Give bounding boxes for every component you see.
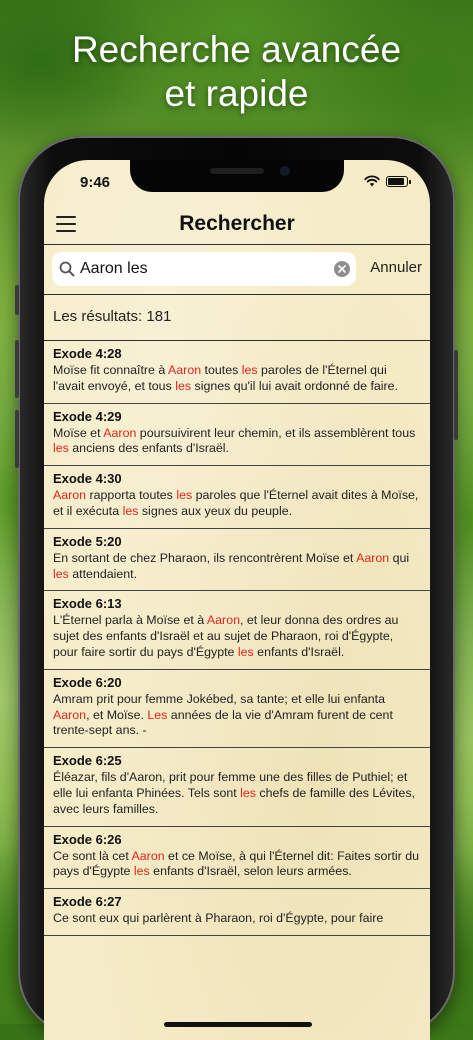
highlighted-match: les	[53, 441, 69, 456]
highlighted-match: Aaron	[53, 488, 87, 503]
phone-side-button	[15, 285, 19, 315]
highlighted-match: les	[241, 363, 258, 377]
notch	[130, 160, 344, 192]
search-divider	[44, 294, 430, 295]
highlighted-match: Aaron	[53, 707, 87, 722]
verse-text-segment: enfants d'Israël.	[253, 644, 345, 659]
result-item[interactable]: Exode 6:26 Ce sont là cet Aaron et ce Moï…	[44, 827, 430, 890]
result-item[interactable]: Exode 6:25 Éléazar, fils d'Aaron, prit po…	[44, 748, 430, 827]
verse-reference: Exode 5:20	[53, 533, 122, 549]
highlighted-match: les	[122, 503, 139, 518]
highlighted-match: les	[53, 566, 69, 581]
search-bar	[52, 252, 356, 286]
verse-text-segment: Moïse fit connaître à	[53, 363, 169, 377]
verse-reference: Exode 4:28	[53, 346, 122, 361]
verse-reference: Exode 6:25	[53, 753, 122, 769]
verse-text: Ce sont là cet Aaron et ce Moïse, à qui …	[53, 849, 421, 881]
result-item[interactable]: Exode 4:28 Moïse fit connaître à Aaron to…	[44, 341, 430, 404]
verse-text-segment: toutes	[201, 363, 242, 377]
verse-text-segment: Ce sont là cet	[53, 848, 132, 863]
verse-reference: Exode 4:30	[53, 471, 122, 487]
highlighted-match: Aaron	[206, 613, 240, 628]
highlighted-match: Les	[147, 707, 168, 722]
verse-text: Moïse et Aaron poursuivirent leur chemin…	[53, 426, 421, 458]
front-camera	[280, 166, 290, 176]
search-input[interactable]	[80, 252, 330, 286]
verse-text: En sortant de chez Pharaon, ils rencontr…	[53, 551, 421, 583]
wifi-icon	[364, 175, 380, 187]
verse-reference: Exode 6:13	[53, 596, 122, 612]
results-list: Exode 4:28 Moïse fit connaître à Aaron to…	[44, 341, 430, 936]
verse-text-segment: , et Moïse.	[86, 707, 148, 722]
verse-reference: Exode 6:27	[53, 894, 122, 910]
navigation-bar: Rechercher	[44, 204, 430, 244]
highlighted-match: Aaron	[168, 363, 202, 377]
cancel-button[interactable]: Annuler	[370, 259, 422, 276]
verse-text-segment: signes aux yeux du peuple.	[138, 503, 293, 518]
home-indicator	[164, 1022, 312, 1027]
highlighted-match: les	[240, 785, 256, 800]
highlighted-match: Aaron	[356, 550, 390, 565]
highlighted-match: les	[133, 864, 150, 879]
phone-volume-up-button	[15, 340, 19, 398]
verse-text-segment: enfants d'Israël, selon leurs armées.	[149, 864, 352, 879]
verse-text-segment: Amram prit pour femme Jokébed, sa tante;…	[53, 691, 385, 706]
clear-search-icon[interactable]	[334, 261, 350, 277]
highlighted-match: les	[175, 378, 192, 393]
promo-headline: Recherche avancée et rapide	[0, 28, 473, 116]
verse-text-segment: Ce sont eux qui parlèrent à Pharaon, roi…	[53, 911, 384, 926]
headline-line-1: Recherche avancée	[71, 29, 402, 70]
verse-text: Amram prit pour femme Jokébed, sa tante;…	[53, 692, 421, 739]
verse-text-segment: attendaient.	[68, 566, 138, 581]
app-screen: 9:46 Rechercher Annu	[44, 160, 430, 1040]
result-item[interactable]: Exode 6:13 L'Éternel parla à Moïse et à A…	[44, 591, 430, 670]
verse-text-segment: En sortant de chez Pharaon, ils rencontr…	[53, 550, 357, 565]
result-item[interactable]: Exode 6:27 Ce sont eux qui parlèrent à Ph…	[44, 889, 430, 936]
headline-line-2: et rapide	[164, 73, 309, 114]
highlighted-match: les	[176, 488, 193, 503]
verse-text-segment: anciens des enfants d'Israël.	[68, 441, 229, 456]
highlighted-match: les	[237, 644, 254, 659]
result-item[interactable]: Exode 4:29 Moïse et Aaron poursuivirent l…	[44, 404, 430, 467]
verse-text-segment: L'Éternel parla à Moïse et à	[53, 613, 207, 628]
page-title: Rechercher	[179, 212, 295, 235]
verse-reference: Exode 4:29	[53, 408, 122, 424]
verse-text-segment: qui	[389, 550, 410, 565]
verse-reference: Exode 6:20	[53, 674, 122, 690]
verse-reference: Exode 6:26	[53, 831, 122, 847]
speaker	[210, 168, 264, 174]
verse-text-segment: signes qu'il lui avait ordonné de faire.	[191, 378, 399, 393]
status-time: 9:46	[80, 174, 111, 191]
phone-volume-down-button	[15, 410, 19, 468]
result-item[interactable]: Exode 5:20 En sortant de chez Pharaon, il…	[44, 529, 430, 592]
verse-text-segment: poursuivirent leur chemin, et ils assemb…	[136, 425, 416, 440]
highlighted-match: Aaron	[103, 425, 137, 440]
verse-text: Moïse fit connaître à Aaron toutes les p…	[53, 363, 421, 395]
result-item[interactable]: Exode 6:20 Amram prit pour femme Jokébed,…	[44, 670, 430, 749]
phone-power-button	[454, 350, 458, 440]
verse-text: L'Éternel parla à Moïse et à Aaron, et l…	[53, 613, 421, 660]
verse-text: Ce sont eux qui parlèrent à Pharaon, roi…	[53, 911, 421, 927]
verse-text-segment: rapporta toutes	[86, 488, 177, 503]
battery-icon	[386, 175, 411, 187]
verse-text: Éléazar, fils d'Aaron, prit pour femme u…	[53, 770, 421, 817]
highlighted-match: Aaron	[131, 848, 165, 863]
status-icons	[364, 175, 411, 187]
result-item[interactable]: Exode 4:30 Aaron rapporta toutes les paro…	[44, 466, 430, 529]
verse-text-segment: Moïse et	[53, 425, 104, 440]
navbar-divider	[44, 244, 430, 245]
search-icon	[59, 261, 75, 277]
verse-text: Aaron rapporta toutes les paroles que l'…	[53, 488, 421, 520]
results-count: Les résultats: 181	[53, 308, 172, 325]
